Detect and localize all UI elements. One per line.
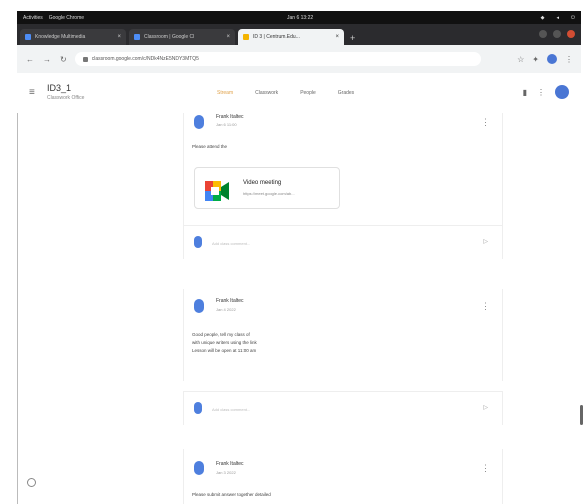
stream-post: Frank Italtec Jan 4 2022 ⋮ Good people, … (183, 289, 503, 381)
app-menu[interactable]: Google Chrome (49, 15, 84, 21)
post-options-icon[interactable]: ⋮ (481, 463, 490, 474)
browser-tab-strip: Knowledge Multimedia × Classroom | Googl… (17, 24, 581, 45)
post-time: Jan 3 2022 (216, 470, 236, 475)
system-tray[interactable]: ◆ ◂ ⏻ (535, 15, 575, 21)
forward-arrow-icon[interactable]: → (43, 55, 51, 64)
close-window-button[interactable] (567, 30, 575, 38)
apps-grid-icon[interactable]: ⋮ (537, 88, 545, 97)
tab-title: Classroom | Google Cl (144, 34, 195, 40)
header-actions: ▮ ⋮ (523, 85, 569, 99)
activities-button[interactable]: Activities (23, 15, 43, 21)
toolbar-actions: ☆ ✦ ⋮ (517, 54, 573, 64)
account-avatar[interactable] (555, 85, 569, 99)
url-text: classroom.google.com/c/NDk4NzE5NDY3MTQ5 (91, 56, 199, 62)
menu-icon[interactable]: ≡ (29, 87, 35, 98)
author-avatar (194, 115, 204, 129)
os-top-bar: Activities Google Chrome Jan 6 13:22 ◆ ◂… (17, 11, 581, 24)
stream-post: Frank Italtec Jan 3 2022 ⋮ Please submit… (183, 449, 503, 504)
comment-box: Add class comment... ▷ (183, 391, 503, 425)
post-text: Please submit answer together detailed (192, 492, 271, 497)
author-avatar (194, 299, 204, 313)
comment-box: Add class comment... ▷ (183, 225, 503, 259)
post-text: Good people, tell my class of (192, 332, 250, 337)
tab-favicon-icon (134, 34, 140, 40)
comment-row: Add class comment... ▷ (184, 225, 502, 260)
meet-attachment[interactable]: Video meeting https://meet.google.com/ab… (194, 167, 340, 209)
back-arrow-icon[interactable]: ← (26, 55, 34, 64)
classroom-header: ≡ ID3_1 Classwork Office Stream Classwor… (17, 73, 581, 114)
maximize-button[interactable] (553, 30, 561, 38)
reload-icon[interactable]: ↻ (60, 55, 67, 64)
post-options-icon[interactable]: ⋮ (481, 301, 490, 312)
comment-input[interactable]: Add class comment... (212, 407, 250, 412)
star-icon[interactable]: ☆ (517, 55, 524, 64)
scrollbar-thumb[interactable] (580, 405, 583, 425)
send-icon[interactable]: ▷ (483, 238, 488, 245)
profile-avatar[interactable] (547, 54, 557, 64)
tab-title: ID 3 | Centrum.Edu... (253, 34, 300, 40)
close-tab-icon[interactable]: × (117, 34, 121, 40)
minimize-button[interactable] (539, 30, 547, 38)
post-text: with unique writers using the link (192, 340, 257, 345)
stream-post: Frank Italtec Jan 6 11:00 ⋮ Please atten… (183, 113, 503, 225)
class-title[interactable]: ID3_1 (47, 83, 71, 93)
post-text: Lesson will be open at 11:00 am (192, 348, 257, 353)
tab-favicon-icon (243, 34, 249, 40)
browser-tab[interactable]: Classroom | Google Cl × (129, 29, 235, 45)
google-meet-icon (205, 181, 229, 201)
browser-toolbar: ← → ↻ classroom.google.com/c/NDk4NzE5NDY… (17, 45, 581, 74)
left-border (17, 113, 18, 504)
video-call-icon[interactable]: ▮ (523, 88, 527, 97)
close-tab-icon[interactable]: × (226, 34, 230, 40)
tab-favicon-icon (25, 34, 31, 40)
clock[interactable]: Jan 6 13:22 (287, 15, 313, 21)
tab-title: Knowledge Multimedia (35, 34, 86, 40)
user-avatar (194, 402, 202, 414)
class-tabs: Stream Classwork People Grades (217, 90, 354, 96)
power-icon: ⏻ (571, 14, 575, 21)
class-subtitle: Classwork Office (47, 95, 85, 101)
address-bar[interactable]: classroom.google.com/c/NDk4NzE5NDY3MTQ5 (74, 52, 481, 66)
extensions-icon[interactable]: ✦ (532, 55, 539, 64)
comment-row: Add class comment... ▷ (184, 391, 502, 426)
window-controls (539, 30, 575, 38)
browser-tab-active[interactable]: ID 3 | Centrum.Edu... × (238, 29, 344, 45)
post-author: Frank Italtec (216, 298, 244, 304)
new-tab-button[interactable]: + (350, 33, 355, 43)
post-text: Please attend the (192, 144, 228, 149)
screen: Activities Google Chrome Jan 6 13:22 ◆ ◂… (0, 0, 586, 504)
close-tab-icon[interactable]: × (335, 34, 339, 40)
post-author: Frank Italtec (216, 114, 244, 120)
post-time: Jan 6 11:00 (216, 122, 237, 127)
send-icon[interactable]: ▷ (483, 404, 488, 411)
lock-icon (82, 56, 88, 62)
user-avatar (194, 236, 202, 248)
comment-input[interactable]: Add class comment... (212, 241, 250, 246)
author-avatar (194, 461, 204, 475)
network-icon: ◆ (540, 14, 545, 21)
browser-tab[interactable]: Knowledge Multimedia × (20, 29, 126, 45)
post-time: Jan 4 2022 (216, 307, 236, 312)
post-options-icon[interactable]: ⋮ (481, 117, 490, 128)
tab-grades[interactable]: Grades (338, 90, 354, 96)
volume-icon: ◂ (556, 14, 560, 21)
tab-stream[interactable]: Stream (217, 90, 233, 96)
attachment-link: https://meet.google.com/ab... (243, 191, 295, 196)
stream-content: Frank Italtec Jan 6 11:00 ⋮ Please atten… (17, 113, 581, 504)
browser-menu-icon[interactable]: ⋮ (565, 55, 573, 64)
attachment-title: Video meeting (243, 180, 282, 186)
tab-classwork[interactable]: Classwork (255, 90, 278, 96)
settings-icon[interactable] (27, 478, 36, 487)
post-author: Frank Italtec (216, 461, 244, 467)
tab-people[interactable]: People (300, 90, 316, 96)
